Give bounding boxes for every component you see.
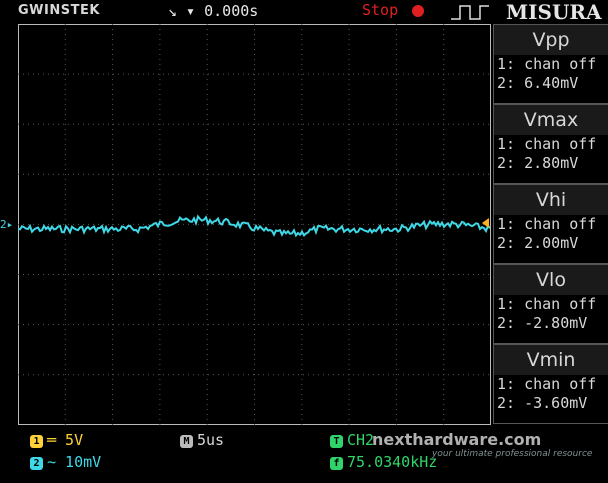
ch2-ground-marker-icon: 2▸ bbox=[0, 218, 14, 231]
menu-title: MISURA bbox=[506, 0, 602, 24]
ch1-scale-value: ═ 5V bbox=[47, 431, 84, 449]
measurement-panel-vmax[interactable]: Vmax 1: chan off 2: 2.80mV bbox=[493, 104, 608, 184]
ch2-scale-value: ∼ 10mV bbox=[47, 453, 102, 471]
trigger-level-marker-icon bbox=[482, 218, 489, 228]
trigger-edge-icon bbox=[451, 5, 489, 20]
trigger-position: ↘ ▾ 0.000s bbox=[168, 2, 259, 20]
watermark-tagline: your ultimate professional resource bbox=[432, 449, 593, 459]
top-status-bar: GWINSTEK ↘ ▾ 0.000s Stop MISURA bbox=[0, 0, 608, 24]
waveform-display bbox=[18, 24, 491, 425]
run-state-label: Stop bbox=[362, 1, 399, 19]
measurement-title: Vlo bbox=[494, 265, 608, 295]
trigger-source: T CH2 bbox=[330, 431, 374, 449]
timebase-value: 5us bbox=[197, 431, 225, 449]
trigger-source-value: CH2 bbox=[347, 431, 375, 449]
frequency-badge-icon: f bbox=[330, 457, 343, 470]
trigger-badge-icon: T bbox=[330, 435, 343, 448]
ch1-measurement: 1: chan off bbox=[497, 135, 597, 153]
ch1-measurement: 1: chan off bbox=[497, 375, 597, 393]
measurement-title: Vpp bbox=[494, 25, 608, 55]
timebase-badge-icon: M bbox=[180, 435, 193, 448]
ch2-measurement: 2: 2.00mV bbox=[497, 234, 579, 252]
measurement-title: Vmax bbox=[494, 105, 608, 135]
frequency-value: 75.0340kHz bbox=[347, 453, 438, 471]
measurement-title: Vmin bbox=[494, 345, 608, 375]
ch2-measurement: 2: -2.80mV bbox=[497, 314, 588, 332]
stop-indicator-icon bbox=[412, 5, 424, 17]
ch2-measurement: 2: 6.40mV bbox=[497, 74, 579, 92]
ch1-badge-icon: 1 bbox=[30, 435, 43, 448]
ch2-measurement: 2: 2.80mV bbox=[497, 154, 579, 172]
trigger-frequency: f 75.0340kHz bbox=[330, 453, 437, 471]
ch1-measurement: 1: chan off bbox=[497, 215, 597, 233]
oscilloscope-screen: GWINSTEK ↘ ▾ 0.000s Stop MISURA 2▸ Vpp 1:… bbox=[0, 0, 608, 483]
watermark-site: nexthardware.com bbox=[372, 430, 542, 449]
brand-logo: GWINSTEK bbox=[18, 3, 100, 18]
ch2-measurement: 2: -3.60mV bbox=[497, 394, 588, 412]
measurement-title: Vhi bbox=[494, 185, 608, 215]
measurement-panel-vpp[interactable]: Vpp 1: chan off 2: 6.40mV bbox=[493, 24, 608, 104]
timebase: M 5us bbox=[180, 431, 224, 449]
measurement-panel-vhi[interactable]: Vhi 1: chan off 2: 2.00mV bbox=[493, 184, 608, 264]
ch1-measurement: 1: chan off bbox=[497, 295, 597, 313]
ch2-scale: 2 ∼ 10mV bbox=[30, 453, 101, 471]
ch1-measurement: 1: chan off bbox=[497, 55, 597, 73]
measurement-panel-vmin[interactable]: Vmin 1: chan off 2: -3.60mV bbox=[493, 344, 608, 424]
measurement-panel-vlo[interactable]: Vlo 1: chan off 2: -2.80mV bbox=[493, 264, 608, 344]
ch2-badge-icon: 2 bbox=[30, 457, 43, 470]
ch1-scale: 1 ═ 5V bbox=[30, 431, 83, 449]
